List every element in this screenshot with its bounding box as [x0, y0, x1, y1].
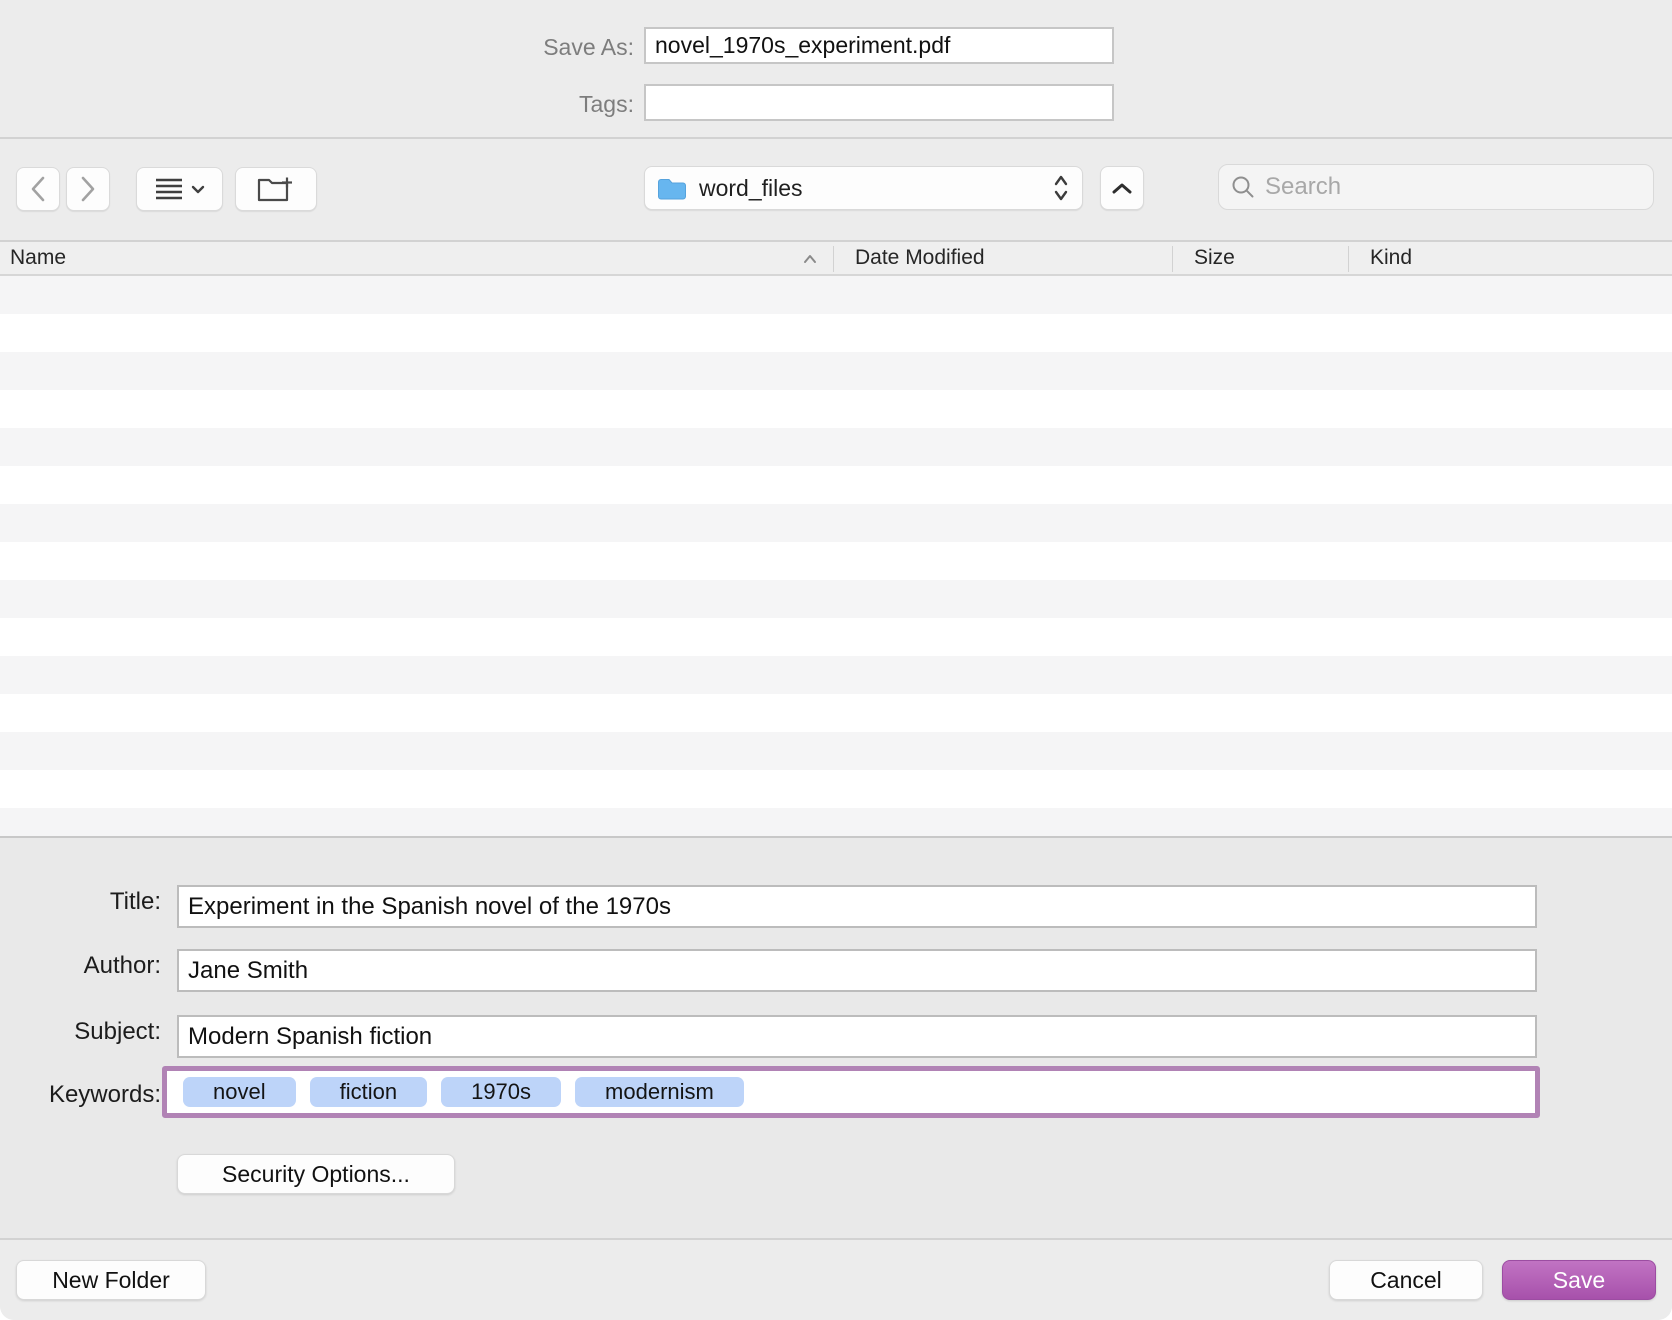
- title-label: Title:: [0, 888, 161, 916]
- save-as-label: Save As:: [334, 29, 634, 66]
- folder-icon: [657, 177, 687, 200]
- new-folder-toolbar-button[interactable]: [235, 167, 317, 211]
- back-button[interactable]: [16, 167, 60, 211]
- column-divider[interactable]: [1348, 246, 1349, 272]
- keywords-input[interactable]: novel fiction 1970s modernism: [162, 1066, 1540, 1118]
- view-options-button[interactable]: [136, 167, 223, 211]
- chevron-left-icon: [30, 176, 46, 202]
- forward-button[interactable]: [66, 167, 110, 211]
- chevron-up-icon: [1111, 182, 1133, 195]
- tags-input[interactable]: [644, 84, 1114, 121]
- security-options-button[interactable]: Security Options...: [177, 1154, 455, 1194]
- save-button[interactable]: Save: [1502, 1260, 1656, 1300]
- cancel-button[interactable]: Cancel: [1329, 1260, 1483, 1300]
- new-folder-icon: [256, 174, 296, 204]
- file-list[interactable]: [0, 276, 1672, 838]
- tags-label: Tags:: [334, 86, 634, 123]
- column-header-date-modified[interactable]: Date Modified: [855, 242, 985, 276]
- keyword-token[interactable]: modernism: [575, 1077, 744, 1107]
- column-header-kind[interactable]: Kind: [1370, 242, 1412, 276]
- column-header-size[interactable]: Size: [1194, 242, 1235, 276]
- search-field[interactable]: [1218, 164, 1654, 210]
- title-input[interactable]: [177, 885, 1537, 928]
- location-dropdown[interactable]: word_files: [644, 166, 1083, 210]
- chevron-up-down-icon: [1052, 172, 1070, 204]
- author-label: Author:: [0, 952, 161, 980]
- column-divider[interactable]: [833, 246, 834, 272]
- subject-input[interactable]: [177, 1015, 1537, 1058]
- sort-ascending-icon: [802, 244, 818, 278]
- keyword-token[interactable]: novel: [183, 1077, 296, 1107]
- dialog-footer: New Folder Cancel Save: [0, 1238, 1672, 1320]
- column-header-name[interactable]: Name: [10, 242, 66, 276]
- file-table-header: Name Date Modified Size Kind: [0, 242, 1672, 276]
- search-icon: [1231, 175, 1255, 199]
- save-dialog: Save As: Tags:: [0, 0, 1672, 1320]
- subject-label: Subject:: [0, 1018, 161, 1046]
- new-folder-button[interactable]: New Folder: [16, 1260, 206, 1300]
- search-input[interactable]: [1263, 172, 1641, 202]
- keyword-token[interactable]: 1970s: [441, 1077, 561, 1107]
- up-directory-button[interactable]: [1100, 166, 1144, 210]
- location-label: word_files: [699, 175, 1052, 202]
- chevron-down-icon: [191, 185, 205, 194]
- save-as-input[interactable]: [644, 27, 1114, 64]
- column-divider[interactable]: [1172, 246, 1173, 272]
- chevron-right-icon: [80, 176, 96, 202]
- keywords-label: Keywords:: [0, 1081, 161, 1109]
- list-view-icon: [154, 177, 184, 201]
- author-input[interactable]: [177, 949, 1537, 992]
- divider: [0, 137, 1672, 139]
- keyword-token[interactable]: fiction: [310, 1077, 427, 1107]
- pdf-metadata-panel: Title: Author: Subject: Keywords: novel …: [0, 838, 1672, 1238]
